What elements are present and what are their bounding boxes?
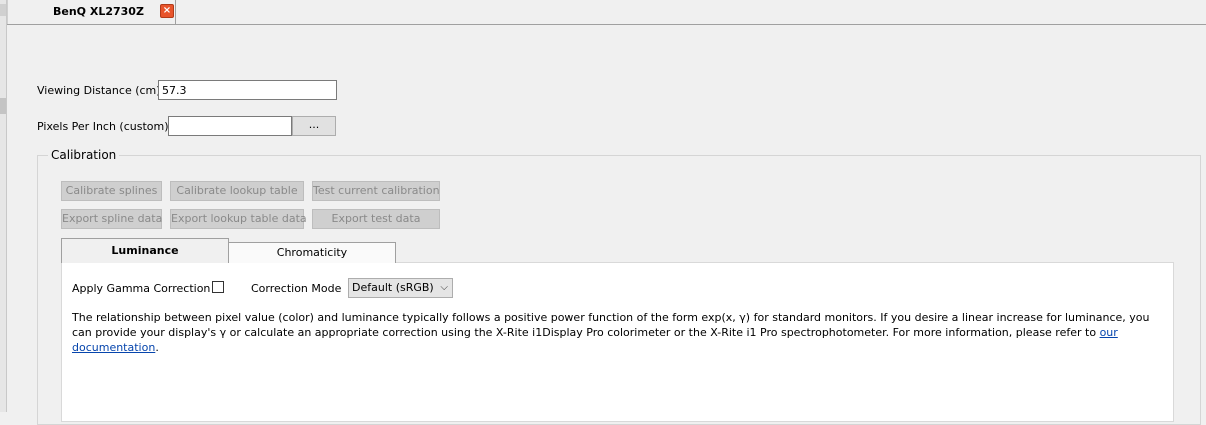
left-panel-marker [0, 4, 6, 16]
calibrate-splines-button[interactable]: Calibrate splines [61, 181, 162, 201]
document-tab-strip [7, 0, 1206, 25]
left-panel-splitter[interactable] [0, 98, 6, 114]
test-calibration-button[interactable]: Test current calibration [312, 181, 440, 201]
correction-mode-label: Correction Mode [251, 282, 342, 295]
viewing-distance-label: Viewing Distance (cm) [37, 84, 161, 97]
description-text: The relationship between pixel value (co… [72, 311, 1150, 339]
viewing-distance-input[interactable] [158, 80, 337, 100]
tab-luminance[interactable]: Luminance [61, 238, 229, 263]
ppi-browse-button[interactable]: ... [292, 116, 336, 136]
calibration-group-title: Calibration [48, 148, 120, 162]
description-tail: . [155, 341, 159, 354]
monitor-tab-label: BenQ XL2730Z [53, 5, 144, 18]
export-lookup-button[interactable]: Export lookup table data [170, 209, 307, 229]
gamma-correction-label: Apply Gamma Correction [72, 282, 211, 295]
gamma-correction-checkbox[interactable] [212, 281, 224, 293]
monitor-tab[interactable]: BenQ XL2730Z × [7, 0, 176, 24]
luminance-description: The relationship between pixel value (co… [72, 310, 1172, 355]
ppi-input[interactable] [168, 116, 292, 136]
export-spline-button[interactable]: Export spline data [61, 209, 162, 229]
correction-mode-value: Default (sRGB) [352, 281, 434, 294]
calibrate-lookup-button[interactable]: Calibrate lookup table [170, 181, 304, 201]
export-test-button[interactable]: Export test data [312, 209, 440, 229]
ppi-label: Pixels Per Inch (custom) [37, 120, 169, 133]
tab-chromaticity[interactable]: Chromaticity [229, 242, 396, 263]
left-panel-edge [0, 0, 7, 412]
close-icon[interactable]: × [160, 4, 174, 18]
chevron-down-icon: ⌵ [440, 282, 448, 293]
correction-mode-select[interactable]: Default (sRGB) ⌵ [348, 278, 453, 298]
